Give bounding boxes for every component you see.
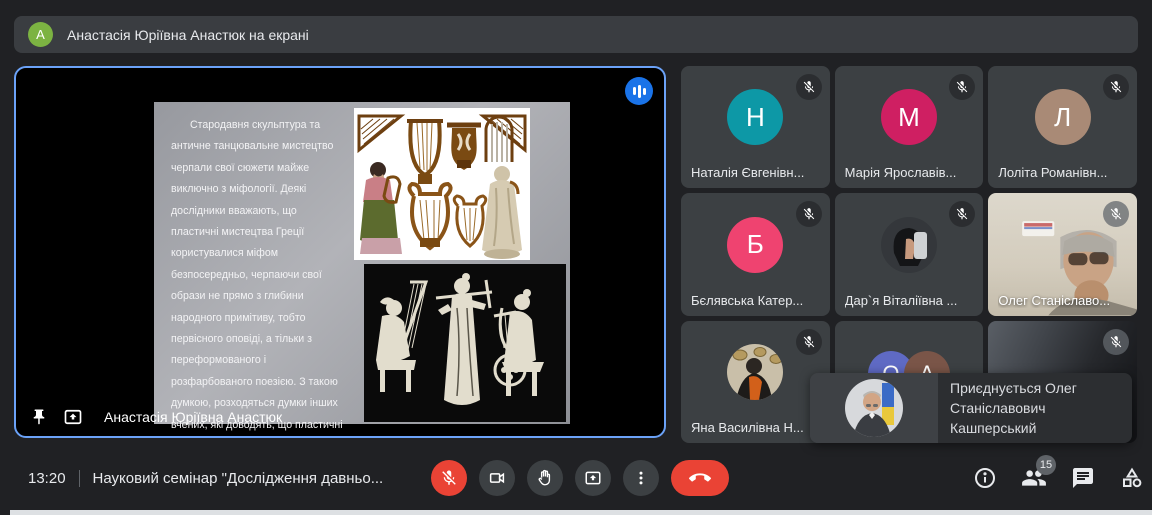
toast-photo-panel — [810, 373, 938, 443]
avatar: Б — [727, 217, 783, 273]
joining-user-photo — [845, 379, 903, 437]
meeting-info: 13:20 Науковий семінар "Дослідження давн… — [28, 459, 383, 497]
more-options-button[interactable] — [623, 460, 659, 496]
presentation-tile[interactable]: Стародавня скульптура та античне танцюва… — [14, 66, 666, 438]
mic-toggle-button[interactable] — [431, 460, 467, 496]
meeting-panel-buttons: 15 — [972, 460, 1145, 496]
clock: 13:20 — [28, 470, 66, 487]
mic-muted-icon — [1103, 74, 1129, 100]
camera-toggle-button[interactable] — [479, 460, 515, 496]
participant-name: Бєлявська Катер... — [691, 293, 803, 308]
mic-muted-icon — [949, 201, 975, 227]
divider — [79, 470, 80, 487]
meeting-title: Науковий семінар "Дослідження давньо... — [93, 470, 384, 487]
mic-muted-icon — [796, 201, 822, 227]
participant-tile[interactable]: Дар`я Віталіївна ... — [835, 193, 984, 315]
presenter-name-label: Анастасія Юріївна Анастюк — [104, 409, 282, 425]
lyres-illustration — [354, 108, 530, 260]
participant-name: Лоліта Романівн... — [998, 165, 1107, 180]
participant-tile[interactable]: М Марія Ярославів... — [835, 66, 984, 188]
participants-button[interactable]: 15 — [1021, 465, 1047, 491]
participant-name: Марія Ярославів... — [845, 165, 957, 180]
participant-tile-video[interactable]: Олег Станіславо... — [988, 193, 1137, 315]
avatar-photo — [727, 344, 783, 400]
participant-count-badge: 15 — [1036, 455, 1056, 475]
end-call-button[interactable] — [671, 460, 729, 496]
avatar: М — [881, 89, 937, 145]
participant-name: Дар`я Віталіївна ... — [845, 293, 958, 308]
avatar: Н — [727, 89, 783, 145]
screen-edge-strip — [10, 510, 1152, 515]
audio-playing-indicator — [625, 77, 653, 105]
join-notification-toast: Приєднується Олег Станіславович Кашперсь… — [810, 373, 1132, 443]
participant-tile[interactable]: Яна Василівна Н... — [681, 321, 830, 443]
pin-icon[interactable] — [30, 408, 48, 426]
shared-slide: Стародавня скульптура та античне танцюва… — [154, 102, 570, 424]
call-controls — [431, 460, 729, 496]
screen-share-banner-text: Анастасія Юріївна Анастюк на екрані — [67, 27, 309, 43]
avatar: Л — [1035, 89, 1091, 145]
presented-screen-icon — [63, 407, 83, 427]
meeting-details-button[interactable] — [972, 465, 998, 491]
equalizer-icon — [633, 84, 646, 98]
screen-share-banner: A Анастасія Юріївна Анастюк на екрані — [14, 16, 1138, 53]
chat-button[interactable] — [1070, 465, 1096, 491]
presenter-avatar: A — [28, 22, 53, 47]
participant-name: Яна Василівна Н... — [691, 420, 804, 435]
present-screen-button[interactable] — [575, 460, 611, 496]
toast-message: Приєднується Олег Станіславович Кашперсь… — [938, 373, 1132, 443]
vase-painting-illustration — [364, 264, 566, 422]
mic-muted-icon — [1103, 329, 1129, 355]
mic-muted-icon — [949, 74, 975, 100]
activities-button[interactable] — [1119, 465, 1145, 491]
slide-images — [348, 102, 570, 424]
mic-muted-icon — [796, 74, 822, 100]
participant-tile[interactable]: Л Лоліта Романівн... — [988, 66, 1137, 188]
participant-tile[interactable]: Б Бєлявська Катер... — [681, 193, 830, 315]
mic-muted-icon — [796, 329, 822, 355]
avatar-photo — [881, 217, 937, 273]
participant-name: Олег Станіславо... — [998, 293, 1110, 308]
slide-paragraph: Стародавня скульптура та античне танцюва… — [154, 102, 348, 424]
participant-name: Наталія Євгенівн... — [691, 165, 804, 180]
raise-hand-button[interactable] — [527, 460, 563, 496]
participant-tile[interactable]: Н Наталія Євгенівн... — [681, 66, 830, 188]
